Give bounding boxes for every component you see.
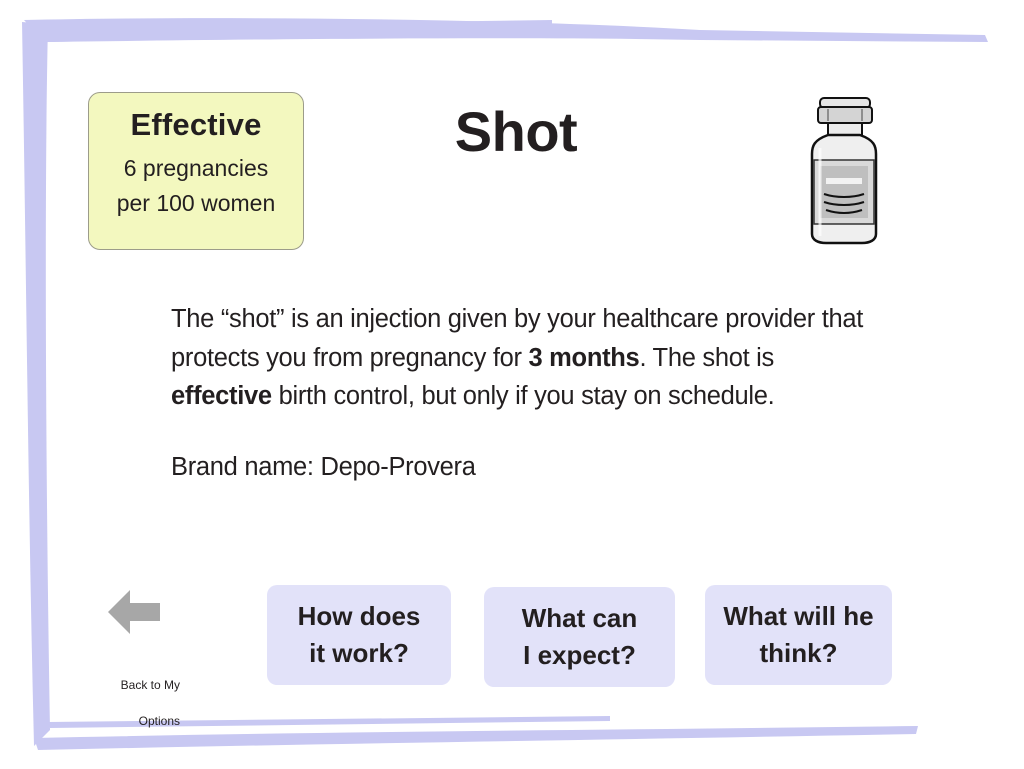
left-arrow-icon (108, 590, 160, 634)
what-can-i-expect-button[interactable]: What can I expect? (484, 587, 675, 687)
method-description: The “shot” is an injection given by your… (171, 300, 891, 416)
back-label-line2: Options (138, 714, 180, 728)
what-will-he-think-button[interactable]: What will he think? (705, 585, 892, 685)
page-title: Shot (454, 100, 578, 163)
description-text-3: birth control, but only if you stay on s… (271, 382, 775, 410)
brand-name: Brand name: Depo-Provera (171, 453, 476, 481)
button-label-line1: How does (297, 601, 421, 631)
vial-icon (810, 97, 878, 245)
button-label-line2: I expect? (523, 640, 636, 670)
effectiveness-badge: Effective 6 pregnancies per 100 women (88, 92, 304, 250)
button-label-line1: What will he (723, 601, 874, 631)
button-label-line1: What can (521, 603, 638, 633)
how-does-it-work-button[interactable]: How does it work? (267, 585, 451, 685)
description-duration: 3 months (528, 343, 640, 372)
effectiveness-rate-line1: 6 pregnancies (123, 155, 269, 181)
effectiveness-title: Effective (130, 107, 262, 142)
description-text-2: . The shot is (639, 343, 774, 372)
effectiveness-rate-line2: per 100 women (116, 190, 276, 216)
description-effective: effective (171, 382, 272, 410)
button-label-line2: think? (759, 638, 838, 668)
back-button-label: Back to My Options (100, 658, 180, 748)
back-to-options-button[interactable]: Back to My Options (100, 588, 180, 728)
button-label-line2: it work? (309, 638, 409, 668)
back-label-line1: Back to My (120, 678, 180, 692)
